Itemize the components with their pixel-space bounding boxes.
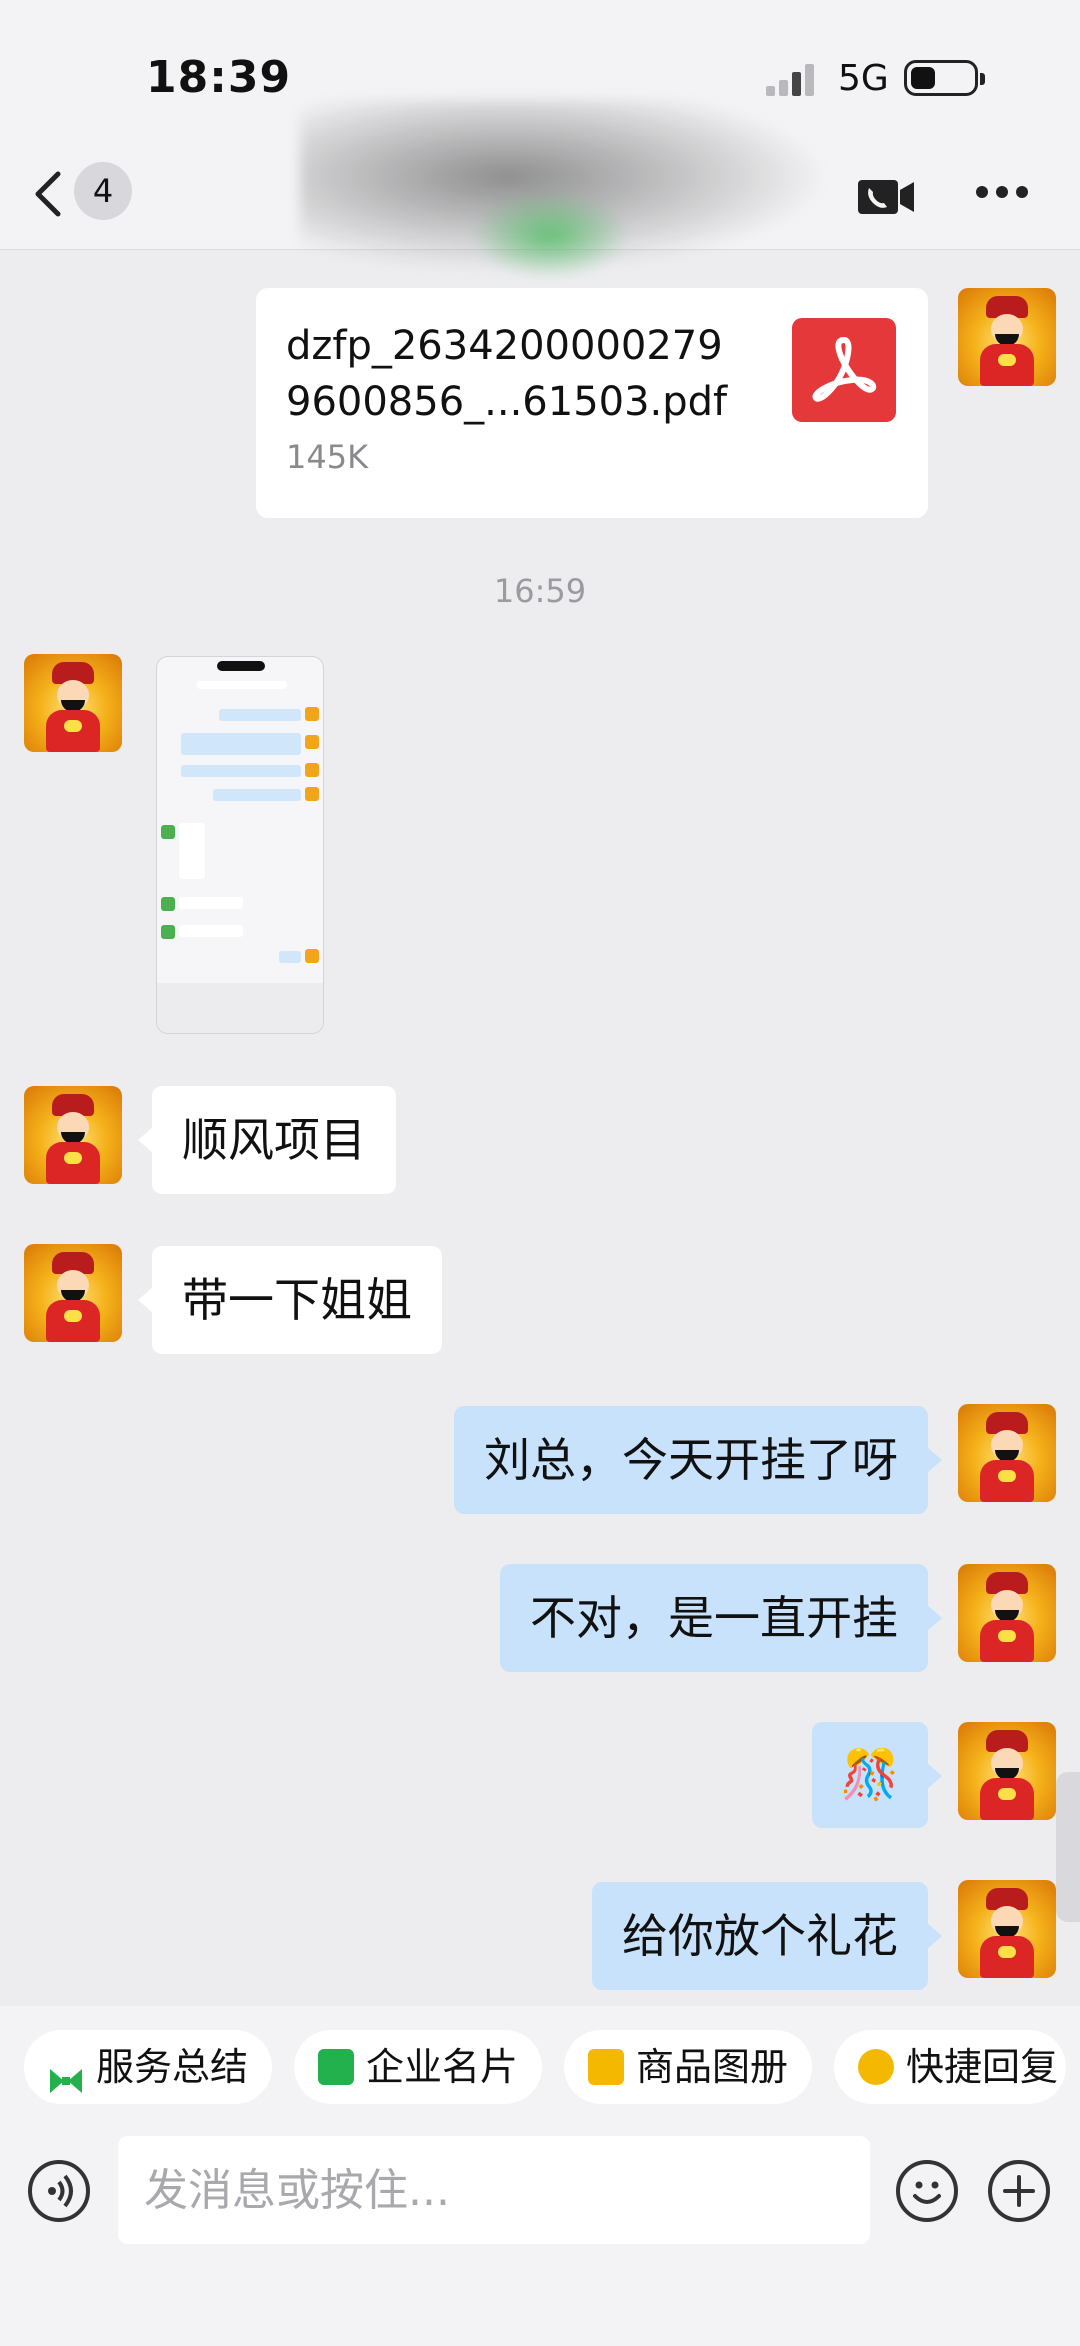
quick-action-service-summary[interactable]: 服务总结 <box>24 2030 273 2104</box>
quick-reply-icon <box>858 2049 894 2085</box>
battery-icon <box>904 60 985 96</box>
message-bubble[interactable]: 不对，是一直开挂 <box>500 1564 942 1672</box>
my-avatar[interactable] <box>958 288 1056 386</box>
card-icon <box>318 2049 354 2085</box>
my-avatar[interactable] <box>958 1404 1056 1502</box>
contact-avatar[interactable] <box>24 654 122 752</box>
my-avatar[interactable] <box>958 1722 1056 1820</box>
back-button[interactable] <box>28 164 70 224</box>
message-bubble[interactable]: 🎊 <box>812 1722 942 1828</box>
emoji-button[interactable] <box>896 2160 958 2222</box>
contact-avatar[interactable] <box>24 1244 122 1342</box>
message-input[interactable] <box>118 2136 870 2244</box>
my-avatar[interactable] <box>958 1564 1056 1662</box>
message-bubble[interactable]: 给你放个礼花 <box>592 1882 942 1990</box>
bottom-panel: 服务总结 企业名片 商品图册 快捷回复 <box>0 2006 1080 2346</box>
quick-action-quick-reply[interactable]: 快捷回复 <box>834 2030 1067 2104</box>
smiley-icon <box>913 2181 941 2204</box>
pdf-icon <box>792 318 896 422</box>
file-message[interactable]: dzfp_2634200000279 9600856_...61503.pdf … <box>256 288 928 518</box>
voice-input-button[interactable] <box>28 2160 90 2222</box>
more-actions-button[interactable] <box>988 2160 1050 2222</box>
clock: 18:39 <box>146 52 292 103</box>
message-bubble[interactable]: 带一下姐姐 <box>138 1246 442 1354</box>
video-phone-icon <box>858 180 914 214</box>
message-bubble[interactable]: 刘总，今天开挂了呀 <box>454 1406 942 1514</box>
network-type: 5G <box>838 58 889 99</box>
unread-count-badge[interactable]: 4 <box>74 162 132 220</box>
video-call-button[interactable] <box>856 174 918 220</box>
plus-icon <box>1003 2175 1035 2207</box>
contact-avatar[interactable] <box>24 1086 122 1184</box>
blurred-contact-name-accent <box>470 190 630 280</box>
message-bubble[interactable]: 顺风项目 <box>138 1086 396 1194</box>
file-name: dzfp_2634200000279 9600856_...61503.pdf <box>286 323 728 425</box>
image-message[interactable] <box>156 656 324 1034</box>
chevron-left-icon <box>35 171 61 217</box>
catalog-icon <box>588 2049 624 2085</box>
my-avatar[interactable] <box>958 1880 1056 1978</box>
bow-icon <box>48 2049 84 2093</box>
quick-action-product-catalog[interactable]: 商品图册 <box>564 2030 813 2104</box>
more-options-button[interactable] <box>976 186 1028 200</box>
quick-action-business-card[interactable]: 企业名片 <box>294 2030 543 2104</box>
timestamp: 16:59 <box>493 572 587 610</box>
voice-icon <box>48 2174 73 2208</box>
chat-header: 4 <box>0 100 1080 280</box>
side-drawer-handle[interactable] <box>1056 1772 1080 1922</box>
signal-icon <box>766 62 822 96</box>
file-size: 145K <box>286 438 369 476</box>
